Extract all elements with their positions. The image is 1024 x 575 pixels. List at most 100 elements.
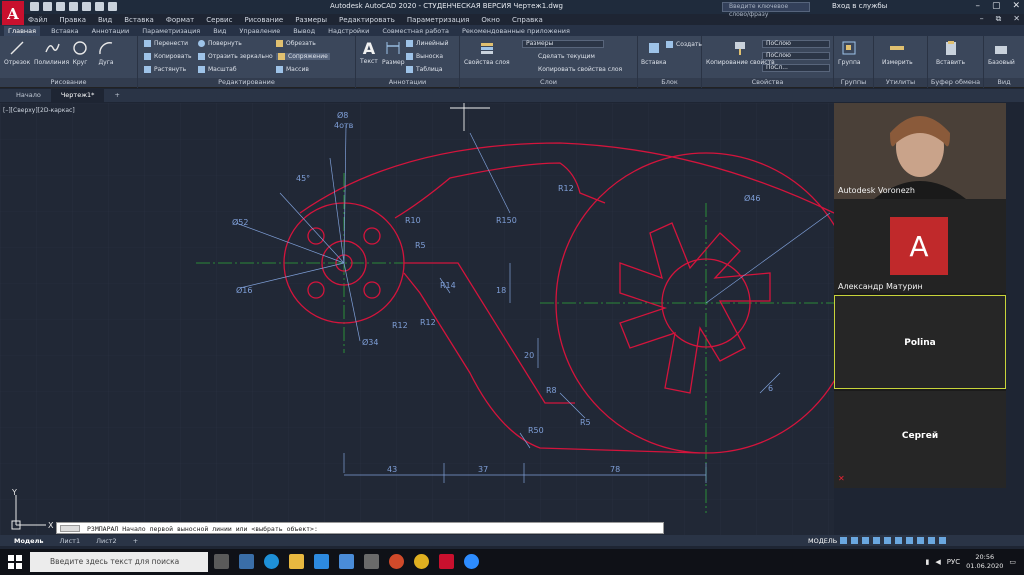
tab-parametric[interactable]: Параметризация [140, 27, 202, 35]
tab-featured-apps[interactable]: Рекомендованные приложения [460, 27, 572, 35]
participant-tile-1[interactable]: Autodesk Voronezh [834, 103, 1006, 199]
match-layer-tool[interactable]: Копировать свойства слоя [538, 66, 622, 73]
layer-dropdown[interactable]: Размеры [522, 40, 604, 48]
customize-menu-icon[interactable] [939, 537, 946, 544]
block-group-label[interactable]: Блок [638, 78, 701, 87]
color-dropdown[interactable]: ПоСлою [762, 40, 830, 48]
ortho-toggle-icon[interactable] [862, 537, 869, 544]
menu-window[interactable]: Окно [481, 16, 500, 24]
save-as-icon[interactable] [69, 2, 78, 11]
new-tab-button[interactable]: + [104, 89, 129, 102]
clock[interactable]: 20:56 01.06.2020 [966, 553, 1003, 571]
tab-home[interactable]: Главная [4, 25, 41, 36]
new-layout-button[interactable]: + [125, 537, 146, 545]
utilities-group-label[interactable]: Утилиты [874, 78, 927, 87]
notifications-icon[interactable]: ▭ [1009, 558, 1016, 566]
menu-modify[interactable]: Редактировать [339, 16, 395, 24]
calculator-icon[interactable] [364, 554, 379, 569]
task-view-icon[interactable] [214, 554, 229, 569]
doc-close-icon[interactable]: ✕ [1013, 14, 1020, 24]
doc-minimize-icon[interactable]: – [980, 14, 984, 24]
layer-properties-tool[interactable]: Свойства слоя [464, 40, 510, 66]
make-current-tool[interactable]: Сделать текущим [538, 53, 595, 60]
move-tool[interactable]: Перенести [144, 40, 188, 47]
linear-dim-tool[interactable]: Линейный [406, 40, 448, 47]
signin-button[interactable]: Вход в службы [832, 2, 887, 10]
insert-block-tool[interactable]: Вставка [641, 40, 666, 66]
modify-group-label[interactable]: Редактирование [138, 78, 355, 87]
store-icon[interactable] [239, 554, 254, 569]
close-icon[interactable]: ✕ [1012, 1, 1020, 11]
mail-icon[interactable] [314, 554, 329, 569]
clipboard-group-label[interactable]: Буфер обмена [928, 78, 983, 87]
viewport-controls[interactable]: [–][Сверху][2D-каркас] [3, 107, 75, 114]
layers-group-label[interactable]: Слои [460, 78, 637, 87]
workspace-gear-icon[interactable] [928, 537, 935, 544]
polar-toggle-icon[interactable] [873, 537, 880, 544]
grid-toggle-icon[interactable] [840, 537, 847, 544]
tab-annotate[interactable]: Аннотации [90, 27, 132, 35]
dimension-tool[interactable]: Размер [382, 40, 405, 66]
annotation-group-label[interactable]: Аннотации [356, 78, 459, 87]
print-icon[interactable] [82, 2, 91, 11]
menu-view[interactable]: Вид [98, 16, 112, 24]
participant-tile-3-active[interactable]: Polina [834, 295, 1006, 389]
array-tool[interactable]: Массив [276, 66, 309, 73]
circle-tool[interactable]: Круг [72, 40, 88, 66]
trim-tool[interactable]: Обрезать [276, 40, 316, 47]
line-tool[interactable]: Отрезок [4, 40, 30, 66]
participant-tile-4[interactable]: Сергей ✕ [834, 391, 1006, 488]
table-tool[interactable]: Таблица [406, 66, 443, 73]
lineweight-toggle-icon[interactable] [906, 537, 913, 544]
volume-icon[interactable]: ◀ [935, 558, 940, 566]
undo-icon[interactable] [95, 2, 104, 11]
layout-tab-model[interactable]: Модель [6, 537, 51, 545]
redo-icon[interactable] [108, 2, 117, 11]
new-icon[interactable] [30, 2, 39, 11]
tab-addins[interactable]: Надстройки [326, 27, 371, 35]
fillet-tool[interactable]: Сопряжение [276, 53, 330, 60]
leader-tool[interactable]: Выноска [406, 53, 443, 60]
osnap-toggle-icon[interactable] [884, 537, 891, 544]
otrack-toggle-icon[interactable] [895, 537, 902, 544]
doc-restore-icon[interactable]: ⧉ [996, 14, 1002, 24]
menu-draw[interactable]: Рисование [244, 16, 283, 24]
tab-insert[interactable]: Вставка [49, 27, 81, 35]
mirror-tool[interactable]: Отразить зеркально [198, 53, 273, 60]
rotate-tool[interactable]: Повернуть [198, 40, 242, 47]
menu-tools[interactable]: Сервис [206, 16, 232, 24]
text-tool[interactable]: A Текст [360, 39, 378, 65]
tab-view[interactable]: Вид [211, 27, 228, 35]
photos-icon[interactable] [339, 554, 354, 569]
drawing-canvas[interactable]: Ø8 4отв 45° Ø52 Ø16 Ø34 R10 R5 R14 R12 R… [0, 103, 834, 535]
file-explorer-icon[interactable] [289, 554, 304, 569]
menu-help[interactable]: Справка [512, 16, 543, 24]
menu-edit[interactable]: Правка [59, 16, 86, 24]
menu-file[interactable]: Файл [28, 16, 47, 24]
tab-output[interactable]: Вывод [291, 27, 317, 35]
base-view-tool[interactable]: Базовый [988, 40, 1015, 66]
zoom-icon[interactable] [464, 554, 479, 569]
tab-manage[interactable]: Управление [237, 27, 282, 35]
windows-start-icon[interactable] [8, 555, 22, 569]
doc-tab-drawing1[interactable]: Чертеж1* [50, 89, 105, 102]
maximize-icon[interactable]: ▢ [992, 1, 1001, 11]
open-icon[interactable] [43, 2, 52, 11]
menu-insert[interactable]: Вставка [124, 16, 154, 24]
minimize-icon[interactable]: – [975, 1, 980, 11]
save-icon[interactable] [56, 2, 65, 11]
create-block-tool[interactable]: Создать [666, 41, 702, 48]
command-icon[interactable] [60, 525, 80, 532]
search-input[interactable]: Введите ключевое слово/фразу [722, 2, 810, 18]
language-indicator[interactable]: РУС [947, 558, 960, 566]
lineweight-dropdown[interactable]: ПоСл... [762, 64, 830, 72]
taskbar-search-input[interactable]: Введите здесь текст для поиска [30, 552, 208, 572]
doc-tab-start[interactable]: Начало [6, 89, 51, 102]
paste-tool[interactable]: Вставить [936, 40, 965, 66]
groups-group-label[interactable]: Группы [834, 78, 873, 87]
group-tool[interactable]: Группа [838, 40, 861, 66]
annotation-scale-icon[interactable] [917, 537, 924, 544]
menu-dimension[interactable]: Размеры [295, 16, 327, 24]
yandex-icon[interactable] [389, 554, 404, 569]
autocad-logo[interactable]: A [2, 1, 24, 27]
